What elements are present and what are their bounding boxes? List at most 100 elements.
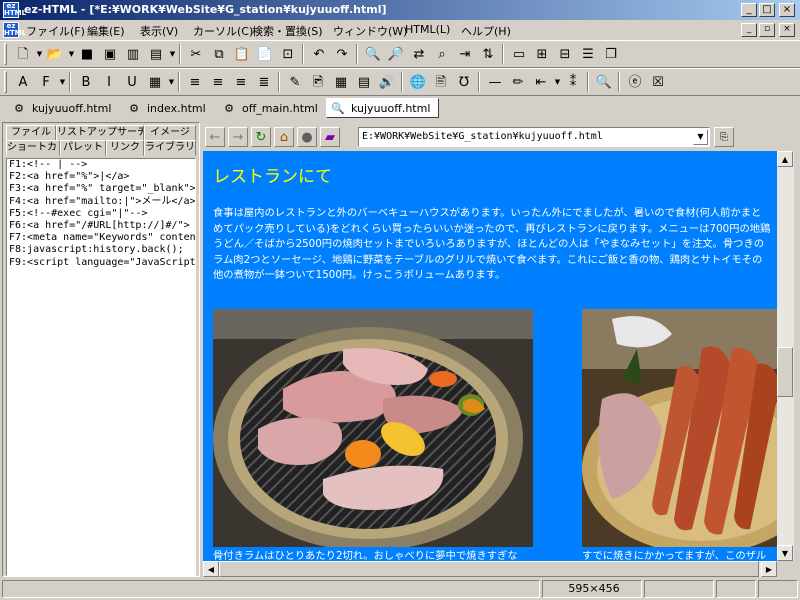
address-dropdown-icon[interactable]: ▼ bbox=[693, 129, 708, 145]
close-doc-icon[interactable]: ▥ bbox=[122, 43, 144, 65]
open-folder-icon[interactable]: 📂 bbox=[44, 43, 66, 65]
menu-help[interactable]: ヘルプ(H) bbox=[461, 23, 511, 39]
symbol-icon[interactable]: ℧ bbox=[453, 71, 475, 93]
new-window-icon[interactable]: ⊟ bbox=[554, 43, 576, 65]
window-icon[interactable]: ▤ bbox=[145, 43, 167, 65]
dropdown-arrow-icon[interactable]: ▼ bbox=[553, 71, 562, 93]
dropdown-arrow-icon[interactable]: ▼ bbox=[167, 71, 176, 93]
paste-special-icon[interactable]: 📄 bbox=[254, 43, 276, 65]
go-icon[interactable]: ⎘ bbox=[714, 127, 734, 147]
scroll-left-icon[interactable]: ◀ bbox=[203, 561, 219, 577]
favorites-icon[interactable]: ▰ bbox=[320, 127, 340, 147]
align-justify-icon[interactable]: ≣ bbox=[253, 71, 275, 93]
align-center-icon[interactable]: ≡ bbox=[207, 71, 229, 93]
copy-icon[interactable]: ⧉ bbox=[208, 43, 230, 65]
panel-tab-palette[interactable]: パレット bbox=[60, 140, 106, 156]
panel-tab-listup-search[interactable]: リストアップサーチ bbox=[56, 125, 144, 141]
bold-icon[interactable]: B bbox=[75, 71, 97, 93]
tab-kujyuuoff-1[interactable]: ⚙ kujyuuoff.html bbox=[8, 98, 119, 118]
panel-tab-library[interactable]: ライブラリ bbox=[144, 140, 196, 156]
shortcut-list[interactable]: F1:<!-- | --> F2:<a href="%">|</a> F3:<a… bbox=[6, 158, 196, 576]
menu-file[interactable]: ファイル(F) bbox=[26, 23, 85, 39]
dropdown-arrow-icon[interactable]: ▼ bbox=[58, 71, 67, 93]
underline-icon[interactable]: U bbox=[121, 71, 143, 93]
shortcut-item[interactable]: F2:<a href="%">|</a> bbox=[7, 171, 195, 183]
panel-tab-file[interactable]: ファイル bbox=[6, 125, 56, 141]
shortcut-item[interactable]: F6:<a href="/#URL[http://]#/"> bbox=[7, 220, 195, 232]
scroll-down-icon[interactable]: ▼ bbox=[777, 545, 793, 561]
shortcut-item[interactable]: F1:<!-- | --> bbox=[7, 159, 195, 171]
shortcut-item[interactable]: F4:<a href="mailto:|">メール</a> bbox=[7, 196, 195, 208]
italic-icon[interactable]: I bbox=[98, 71, 120, 93]
font-style-icon[interactable]: A bbox=[12, 71, 34, 93]
table-icon[interactable]: ▦ bbox=[330, 71, 352, 93]
scroll-right-icon[interactable]: ▶ bbox=[761, 561, 777, 577]
menu-cursor[interactable]: カーソル(C) bbox=[193, 23, 253, 39]
toolbar-grip[interactable] bbox=[4, 43, 7, 65]
shortcut-item[interactable]: F3:<a href="%" target="_blank"> bbox=[7, 183, 195, 195]
menu-html[interactable]: HTML(L) bbox=[405, 23, 450, 36]
find-icon[interactable]: 🔍 bbox=[362, 43, 384, 65]
tab-off-main[interactable]: ⚙ off_main.html bbox=[218, 98, 326, 118]
tile-icon[interactable]: ⊞ bbox=[531, 43, 553, 65]
menu-edit[interactable]: 編集(E) bbox=[87, 23, 125, 39]
align-right-icon[interactable]: ≡ bbox=[230, 71, 252, 93]
check-icon[interactable]: ☒ bbox=[647, 71, 669, 93]
menu-search-replace[interactable]: 検索・置換(S) bbox=[252, 23, 323, 39]
comment-icon[interactable]: ⁑ bbox=[562, 71, 584, 93]
new-file-icon[interactable]: 🗋 bbox=[12, 43, 34, 65]
find-next-icon[interactable]: 🔎 bbox=[385, 43, 407, 65]
edit-form-icon[interactable]: ✎ bbox=[284, 71, 306, 93]
form-icon[interactable]: ▤ bbox=[353, 71, 375, 93]
scroll-up-icon[interactable]: ▲ bbox=[777, 151, 793, 167]
app-icon[interactable]: ez HTML bbox=[3, 2, 26, 18]
panel-tab-image[interactable]: イメージ bbox=[144, 125, 196, 141]
mdi-close-button[interactable]: × bbox=[779, 23, 795, 37]
shortcut-item[interactable]: F7:<meta name="Keywords" content bbox=[7, 232, 195, 244]
shortcut-item[interactable]: F9:<script language="JavaScript" bbox=[7, 257, 195, 269]
browser-icon[interactable]: ⓔ bbox=[624, 71, 646, 93]
hr-icon[interactable]: — bbox=[484, 71, 506, 93]
back-arrow-icon[interactable]: ← bbox=[205, 127, 225, 147]
select-icon[interactable]: ⊡ bbox=[277, 43, 299, 65]
horizontal-scrollbar[interactable]: ◀ ▶ bbox=[203, 561, 777, 577]
home-icon[interactable]: ⌂ bbox=[274, 127, 294, 147]
dropdown-arrow-icon[interactable]: ▼ bbox=[35, 43, 44, 65]
dropdown-arrow-icon[interactable]: ▼ bbox=[67, 43, 76, 65]
minimize-button[interactable]: _ bbox=[741, 3, 757, 17]
sound-icon[interactable]: 🔊 bbox=[376, 71, 398, 93]
title-bar[interactable]: ez HTML ez-HTML - [*E:¥WORK¥WebSite¥G_st… bbox=[0, 0, 800, 20]
close-button[interactable]: × bbox=[779, 3, 795, 17]
mdi-restore-button[interactable]: ▫ bbox=[759, 23, 775, 37]
stop-icon[interactable]: ● bbox=[297, 127, 317, 147]
maximize-button[interactable]: □ bbox=[759, 3, 775, 17]
menu-view[interactable]: 表示(V) bbox=[140, 23, 178, 39]
preview-pane[interactable]: レストランにて 食事は屋内のレストランと外のバーベキューハウスがあります。いった… bbox=[203, 151, 777, 561]
address-input[interactable]: E:¥WORK¥WebSite¥G_station¥kujyuuoff.html bbox=[358, 127, 710, 147]
horizontal-scroll-thumb[interactable] bbox=[219, 561, 759, 577]
replace-icon[interactable]: ⇄ bbox=[408, 43, 430, 65]
dropdown-arrow-icon[interactable]: ▼ bbox=[168, 43, 177, 65]
panel-tab-shortcut[interactable]: ショートカット bbox=[6, 140, 60, 156]
panel-tab-link[interactable]: リンク bbox=[106, 140, 144, 156]
save-all-icon[interactable]: ▣ bbox=[99, 43, 121, 65]
tab-index[interactable]: ⚙ index.html bbox=[123, 98, 214, 118]
image-icon[interactable]: 🖻 bbox=[307, 71, 329, 93]
forward-arrow-icon[interactable]: → bbox=[228, 127, 248, 147]
mdi-minimize-button[interactable]: _ bbox=[741, 23, 757, 37]
refresh-icon[interactable]: ↻ bbox=[251, 127, 271, 147]
jump-icon[interactable]: ⇥ bbox=[454, 43, 476, 65]
list-icon[interactable]: ☰ bbox=[577, 43, 599, 65]
color-grid-icon[interactable]: ▦ bbox=[144, 71, 166, 93]
split-h-icon[interactable]: ▭ bbox=[508, 43, 530, 65]
vertical-scroll-thumb[interactable] bbox=[777, 347, 793, 397]
tab-kujyuuoff-preview[interactable]: 🔍 kujyuuoff.html bbox=[326, 98, 440, 118]
preview-icon[interactable]: 🖹 bbox=[430, 71, 452, 93]
undo-icon[interactable]: ↶ bbox=[308, 43, 330, 65]
vertical-scrollbar[interactable]: ▲ ▼ bbox=[777, 151, 794, 561]
zoom-icon[interactable]: 🔍 bbox=[593, 71, 615, 93]
indent-icon[interactable]: ⇤ bbox=[530, 71, 552, 93]
menu-window[interactable]: ウィンドウ(W) bbox=[333, 23, 407, 39]
grep-icon[interactable]: ⌕ bbox=[431, 43, 453, 65]
cut-icon[interactable]: ✂ bbox=[185, 43, 207, 65]
